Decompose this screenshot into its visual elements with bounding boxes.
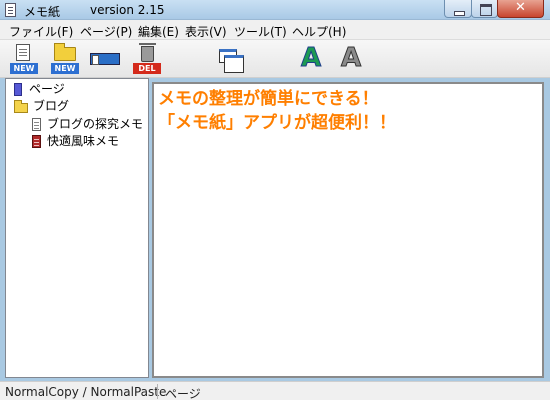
- folder-icon: [14, 100, 28, 113]
- windows-button[interactable]: [216, 44, 244, 74]
- menu-page[interactable]: ページ(P): [80, 23, 132, 40]
- menu-tools[interactable]: ツール(T): [234, 23, 287, 40]
- font-button[interactable]: A: [336, 44, 364, 74]
- tree-item-label: 快適風味メモ: [47, 134, 120, 148]
- window-title: メモ紙: [24, 5, 61, 19]
- status-divider: [157, 384, 158, 399]
- page-icon: [14, 83, 22, 96]
- windows-icon: [219, 49, 244, 73]
- tree-item-comfort-memo[interactable]: 快適風味メモ: [32, 133, 144, 150]
- editor-line-1: メモの整理が簡単にできる！: [158, 89, 379, 109]
- maximize-button[interactable]: [471, 0, 498, 18]
- rename-button[interactable]: [88, 44, 124, 74]
- font-icon: A: [340, 43, 362, 73]
- menu-edit[interactable]: 編集(E): [138, 23, 179, 40]
- new-page-button[interactable]: NEW: [10, 44, 38, 74]
- tree-item-label: ブログ: [33, 99, 70, 113]
- tree-item-label: ページ: [28, 81, 66, 98]
- memo-icon: [32, 118, 41, 131]
- delete-icon: [139, 43, 156, 62]
- menu-help[interactable]: ヘルプ(H): [292, 23, 346, 40]
- font-color-icon: A: [300, 43, 322, 73]
- tree-item-label: ブログの探究メモ: [47, 117, 144, 131]
- tree-item-blog-folder[interactable]: ブログ: [14, 98, 144, 115]
- toolbar: NEW NEW DEL A A: [0, 40, 550, 78]
- delete-badge: DEL: [133, 63, 161, 74]
- page-tree[interactable]: ページ ブログ ブログの探究メモ 快適風味メモ: [5, 78, 149, 378]
- menu-file[interactable]: ファイル(F): [9, 23, 73, 40]
- new-page-icon: [16, 44, 30, 61]
- close-button[interactable]: [497, 0, 544, 18]
- editor-line-2: 「メモ紙」アプリが超便利！！: [158, 113, 396, 133]
- rename-icon: [90, 53, 120, 65]
- new-folder-button[interactable]: NEW: [51, 43, 79, 74]
- tree-item-blog-memo[interactable]: ブログの探究メモ: [32, 116, 144, 133]
- menu-bar: ファイル(F) ページ(P) 編集(E) 表示(V) ツール(T) ヘルプ(H): [0, 20, 550, 40]
- status-current-item: ページ: [165, 387, 201, 400]
- memo-red-icon: [32, 135, 41, 148]
- new-folder-icon: [54, 43, 76, 61]
- status-clipboard-mode: NormalCopy / NormalPaste: [5, 385, 167, 399]
- title-bar: メモ紙 version 2.15: [0, 0, 550, 20]
- new-folder-badge: NEW: [51, 63, 79, 74]
- minimize-button[interactable]: [444, 0, 472, 18]
- app-icon: [5, 3, 16, 17]
- window-version: version 2.15: [90, 3, 165, 17]
- delete-button[interactable]: DEL: [133, 43, 161, 74]
- tree-item-pages[interactable]: ページ: [14, 81, 144, 98]
- font-color-button[interactable]: A: [296, 44, 324, 74]
- memo-editor[interactable]: メモの整理が簡単にできる！ 「メモ紙」アプリが超便利！！: [152, 82, 544, 378]
- status-bar: NormalCopy / NormalPaste ページ: [0, 381, 550, 400]
- menu-view[interactable]: 表示(V): [185, 23, 227, 40]
- new-page-badge: NEW: [10, 63, 38, 74]
